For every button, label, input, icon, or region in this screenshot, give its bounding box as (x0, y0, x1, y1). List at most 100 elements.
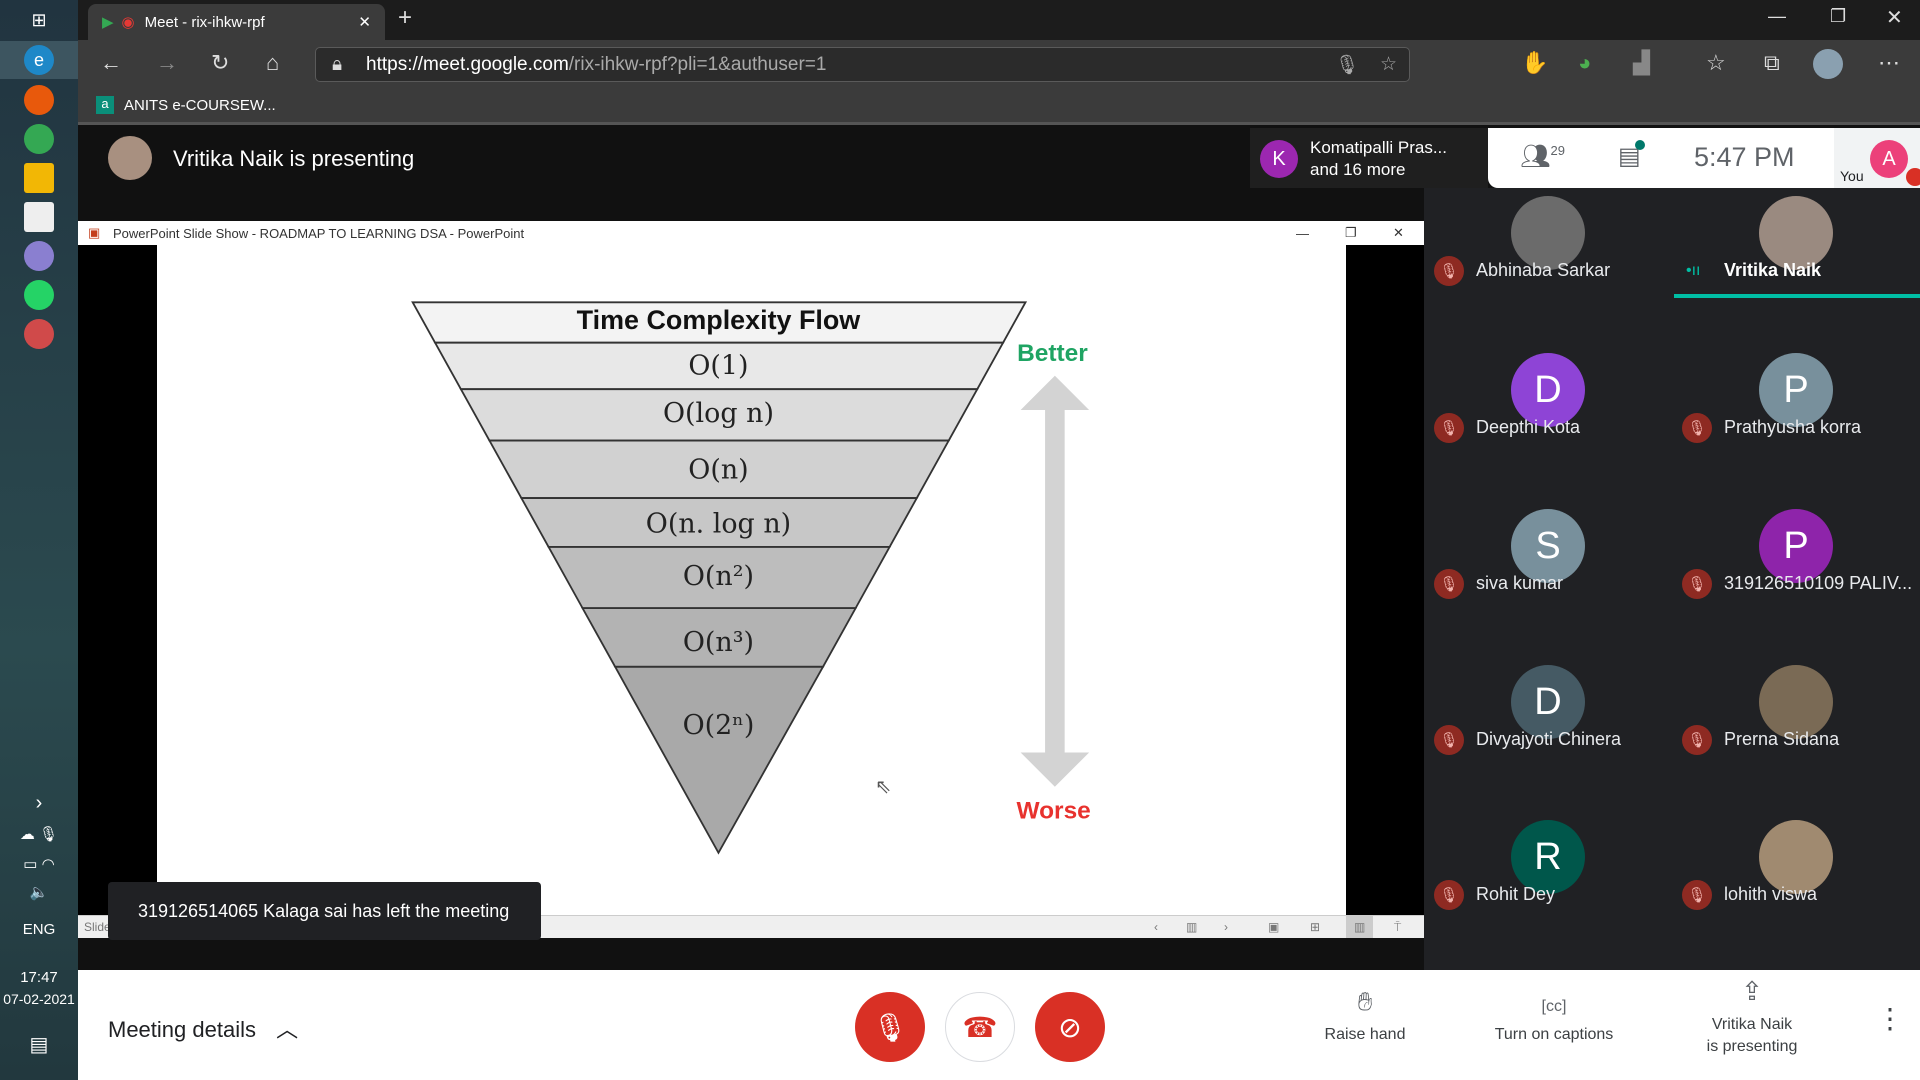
clock-date[interactable]: 07-02-2021 (0, 991, 78, 1007)
volume-icon[interactable]: 🔈 (0, 883, 78, 901)
presenter-avatar (108, 136, 152, 180)
recording-icon: ◉ (121, 14, 135, 31)
participant-tile[interactable]: D 🎙︎ Deepthi Kota (1424, 349, 1672, 499)
bookmark-favicon: a (96, 96, 114, 114)
ppt-minimize[interactable]: — (1296, 226, 1309, 241)
other-presenters[interactable]: K Komatipalli Pras... and 16 more (1250, 128, 1488, 188)
restore-button[interactable]: ❐ (1830, 6, 1846, 27)
battery-wifi-icons[interactable]: ▭ ◠ (0, 855, 78, 873)
notifications-icon[interactable]: ▤ (0, 1032, 78, 1057)
windows-start-icon[interactable]: ⊞ (24, 5, 54, 35)
meeting-details-button[interactable]: Meeting details ︿ (108, 1012, 298, 1044)
clock-time[interactable]: 17:47 (0, 969, 78, 986)
participant-tile[interactable]: R 🎙︎ Rohit Dey (1424, 816, 1672, 966)
mic-icon[interactable]: 🎙︎ (1335, 53, 1359, 77)
chrome-icon[interactable] (24, 124, 54, 154)
new-tab-button[interactable]: + (398, 4, 412, 32)
presenting-button[interactable]: ⇪ Vritika Naik is presenting (1692, 978, 1812, 1058)
leave-call-button[interactable]: ☎ (945, 992, 1015, 1062)
muted-mic-icon: 🎙︎ (1682, 725, 1712, 755)
participant-name: Vritika Naik (1724, 260, 1822, 280)
muted-mic-icon: 🎙︎ (1682, 880, 1712, 910)
edge-icon[interactable]: e (24, 45, 54, 75)
firefox-icon[interactable] (24, 85, 54, 115)
meet-header: Vritika Naik is presenting K Komatipalli… (78, 128, 1920, 188)
app-icon[interactable] (24, 319, 54, 349)
slideshow-button[interactable]: ⍑ (1394, 916, 1401, 938)
next-slide-button[interactable]: › (1224, 916, 1228, 938)
self-view[interactable]: You A (1834, 128, 1920, 188)
participant-tile[interactable]: 🎙︎ Prerna Sidana (1672, 661, 1920, 811)
ppt-close[interactable]: ✕ (1393, 225, 1404, 241)
participant-name: Prathyusha korra (1724, 417, 1862, 437)
close-tab-icon[interactable]: ✕ (358, 13, 371, 31)
raise-hand-button[interactable]: ✋︎ Raise hand (1310, 988, 1420, 1046)
onedrive-mic-icons[interactable]: ☁ 🎙 (0, 825, 78, 843)
back-icon[interactable]: ← (100, 50, 122, 76)
complexity-label: O(2ⁿ) (683, 710, 755, 741)
people-button[interactable]: 👥︎29 (1520, 142, 1565, 171)
participant-tile[interactable]: 🎙︎ Abhinaba Sarkar (1424, 192, 1672, 342)
meeting-clock: 5:47 PM (1694, 142, 1795, 172)
mic-off-icon: 🎙︎ (872, 1011, 908, 1043)
participant-tile[interactable]: 🎙︎ lohith viswa (1672, 816, 1920, 966)
complexity-label: O(n. log n) (646, 508, 791, 539)
more-menu-icon[interactable]: ⋯ (1878, 50, 1900, 76)
presenting-line1: Vritika Naik (1711, 1016, 1793, 1033)
reading-view-button[interactable]: ▥ (1346, 916, 1374, 938)
home-icon[interactable]: ⌂ (266, 50, 279, 76)
participant-avatar: S (1511, 509, 1585, 583)
participant-tile[interactable]: P 🎙︎ 319126510109 PALIV... (1672, 505, 1920, 655)
collections-icon[interactable]: ⧉ (1764, 50, 1780, 76)
powerpoint-icon: ▣ (88, 225, 101, 240)
slide-menu-button[interactable]: ▥ (1186, 916, 1197, 938)
muted-mic-icon: 🎙︎ (1434, 413, 1464, 443)
ppt-restore[interactable]: ❐ (1345, 225, 1357, 241)
participant-name: lohith viswa (1724, 884, 1818, 904)
favorites-icon[interactable]: ☆ (1706, 50, 1726, 76)
participant-avatar (1759, 196, 1833, 270)
url-bar[interactable]: 🔒︎ https://meet.google.com/rix-ihkw-rpf?… (315, 47, 1410, 82)
prev-slide-button[interactable]: ‹ (1154, 916, 1158, 938)
file-explorer-icon[interactable] (24, 163, 54, 193)
more-options-button[interactable]: ⋮ (1876, 1002, 1904, 1035)
language-indicator[interactable]: ENG (0, 921, 78, 938)
extension-icon[interactable]: ▟ (1633, 50, 1650, 76)
minimize-button[interactable]: — (1768, 6, 1786, 27)
microphone-off-button[interactable]: 🎙︎ (855, 992, 925, 1062)
chevron-right-icon[interactable]: › (0, 792, 78, 815)
forward-icon[interactable]: → (156, 50, 178, 76)
reload-icon[interactable]: ↻ (211, 50, 229, 76)
normal-view-button[interactable]: ▣ (1268, 916, 1279, 938)
meeting-details-label: Meeting details (108, 1017, 256, 1042)
participants-grid: 🎙︎ Abhinaba Sarkar •ıı Vritika Naik D 🎙︎ Deept… (1424, 188, 1920, 970)
tab-bar: ▶ ◉ Meet - rix-ihkw-rpf ✕ + — ❐ ✕ (78, 0, 1920, 40)
bookmark-anits[interactable]: ANITS e-COURSEW... (124, 97, 276, 114)
whatsapp-icon[interactable] (24, 280, 54, 310)
participant-tile[interactable]: S 🎙︎ siva kumar (1424, 505, 1672, 655)
raise-hand-label: Raise hand (1324, 1026, 1406, 1043)
participant-tile[interactable]: P 🎙︎ Prathyusha korra (1672, 349, 1920, 499)
adblock-extension-icon[interactable]: ✋ (1521, 50, 1548, 76)
close-window-button[interactable]: ✕ (1886, 5, 1903, 30)
complexity-label: O(n²) (683, 561, 754, 592)
chat-button[interactable]: ▤ (1618, 140, 1645, 171)
participant-tile[interactable]: •ıı Vritika Naik (1672, 192, 1920, 342)
tab-meet[interactable]: ▶ ◉ Meet - rix-ihkw-rpf ✕ (88, 4, 385, 40)
slide-sorter-button[interactable]: ⊞ (1310, 916, 1320, 938)
participant-tile[interactable]: D 🎙︎ Divyajyoti Chinera (1424, 661, 1672, 811)
participant-avatar: R (1511, 820, 1585, 894)
app-icon[interactable] (24, 241, 54, 271)
others-line2: and 16 more (1310, 160, 1406, 179)
others-line1: Komatipalli Pras... (1310, 138, 1447, 157)
powerpoint-window: ▣ PowerPoint Slide Show - ROADMAP TO LEA… (78, 221, 1424, 938)
profile-avatar[interactable] (1813, 49, 1843, 79)
participant-avatar: D (1511, 665, 1585, 739)
complexity-label: O(n) (688, 454, 748, 485)
camera-off-button[interactable]: ⊘ (1035, 992, 1105, 1062)
tab-title: Meet - rix-ihkw-rpf (144, 13, 265, 31)
captions-button[interactable]: [cc] Turn on captions (1474, 990, 1634, 1046)
store-icon[interactable] (24, 202, 54, 232)
idm-extension-icon[interactable]: ◕ (1578, 50, 1591, 76)
add-favorite-icon[interactable]: ☆ (1380, 53, 1397, 76)
